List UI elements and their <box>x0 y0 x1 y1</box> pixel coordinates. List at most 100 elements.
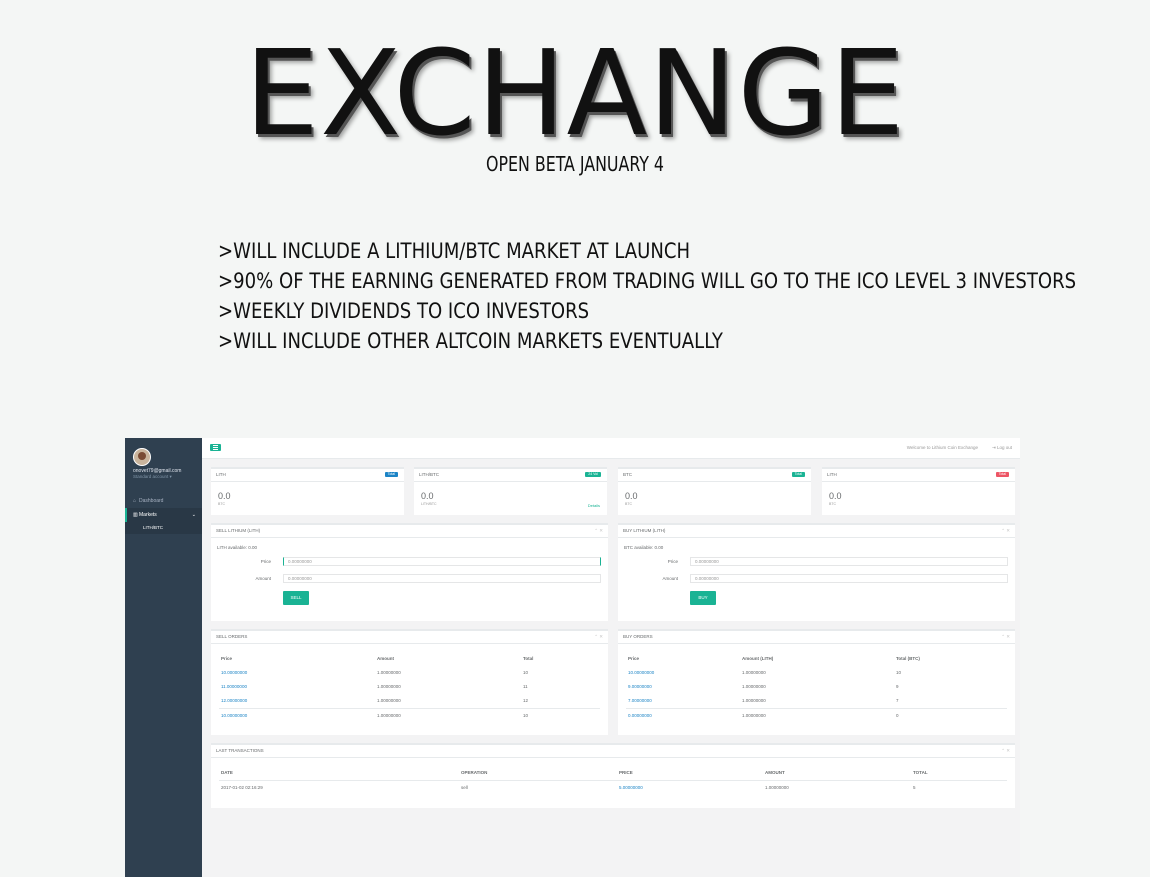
cell-price: 0.00000000 <box>628 713 652 718</box>
sell-button[interactable]: SELL <box>283 591 309 605</box>
collapse-close-icons[interactable]: ⌃ ✕ <box>1001 631 1010 643</box>
table-row[interactable]: 10.00000000 1.00000000 10 <box>219 708 600 723</box>
cell-date: 2017-01-02 02:16:29 <box>221 785 263 790</box>
menu-toggle-button[interactable] <box>210 444 221 451</box>
table-row[interactable]: 11.00000000 1.00000000 11 <box>219 680 600 694</box>
collapse-close-icons[interactable]: ⌃ ✕ <box>594 525 603 537</box>
cell-total: 12 <box>523 698 529 703</box>
price-label: Price <box>667 559 678 564</box>
welcome-text: Welcome to Lithium Coin Exchange <box>906 445 978 450</box>
table-row[interactable]: 10.00000000 1.00000000 10 <box>219 666 600 680</box>
sidebar-subitem-lith-btc[interactable]: LITH/BTC <box>125 522 202 534</box>
panel-title-text: BUY ORDERS <box>623 634 653 639</box>
status-badge: Total <box>384 472 398 477</box>
panel-title: LAST TRANSACTIONS ⌃ ✕ <box>211 745 1015 758</box>
panel-title-text: SELL LITHIUM (LITH) <box>216 528 261 533</box>
cell-price: 10.00000000 <box>221 670 248 675</box>
status-badge: 24 Vol <box>585 472 601 477</box>
cell-price: 7.00000000 <box>628 698 652 703</box>
table-row[interactable]: 12.00000000 1.00000000 12 <box>219 694 600 708</box>
caret-down-icon: ▾ <box>169 474 172 479</box>
last-transactions-panel: LAST TRANSACTIONS ⌃ ✕ DATE OPERATION PRIC… <box>211 743 1015 808</box>
panel-title: SELL ORDERS ⌃ ✕ <box>211 631 608 644</box>
table-row[interactable]: 10.00000000 1.00000000 10 <box>626 666 1007 680</box>
feature-item: >90% OF THE EARNING GENERATED FROM TRADI… <box>218 269 1077 293</box>
panel-title: SELL LITHIUM (LITH) ⌃ ✕ <box>211 525 608 538</box>
avatar[interactable] <box>133 448 151 466</box>
stat-unit: BTC <box>218 502 225 506</box>
table-row[interactable]: 9.00000000 1.00000000 9 <box>626 680 1007 694</box>
table-header: Price Amount Total <box>219 652 600 666</box>
cell-price: 10.00000000 <box>221 713 248 718</box>
exchange-app-screenshot: onovet79@gmail.com Standard account ▾ ⌂ D… <box>125 438 1020 877</box>
stat-card-lith: LITH Total 0.0 BTC <box>211 467 404 515</box>
cell-amount: 1.00000000 <box>742 670 766 675</box>
stat-title: LITH <box>211 469 404 482</box>
cell-total: 7 <box>896 698 899 703</box>
stat-title: BTC <box>618 469 811 482</box>
chevron-down-icon: ⌄ <box>191 512 196 518</box>
stat-title: LITH/BTC <box>414 469 607 482</box>
cell-amount: 1.00000000 <box>742 713 766 718</box>
cell-price: 5.00000000 <box>619 785 643 790</box>
stat-title: LITH <box>822 469 1015 482</box>
sell-form-panel: SELL LITHIUM (LITH) ⌃ ✕ LITH available: 0… <box>211 523 608 621</box>
cell-total: 10 <box>523 670 529 675</box>
account-type: Standard account <box>133 474 169 479</box>
stat-card-lith-2: LITH Total 0.0 BTC <box>822 467 1015 515</box>
collapse-close-icons[interactable]: ⌃ ✕ <box>594 631 603 643</box>
cell-amount: 1.00000000 <box>377 684 401 689</box>
stat-unit: BTC <box>829 502 836 506</box>
cell-amount: 1.00000000 <box>742 698 766 703</box>
panel-title: BUY LITHIUM (LITH) ⌃ ✕ <box>618 525 1015 538</box>
status-badge: Total <box>791 472 805 477</box>
buy-amount-input[interactable]: 0.00000000 <box>690 574 1008 583</box>
col-amount: AMOUNT <box>765 770 785 775</box>
sidebar-nav: ⌂ Dashboard ▥Markets ⌄ LITH/BTC <box>125 494 202 534</box>
buy-price-input[interactable]: 0.00000000 <box>690 557 1008 566</box>
buy-button[interactable]: BUY <box>690 591 716 605</box>
stat-unit: BTC <box>625 502 632 506</box>
sidebar-item-markets[interactable]: ▥Markets ⌄ <box>125 508 202 522</box>
feature-item: >WEEKLY DIVIDENDS TO ICO INVESTORS <box>218 299 590 323</box>
available-balance: BTC available: 0.00 <box>624 545 664 550</box>
cell-amount: 1.00000000 <box>765 785 789 790</box>
logout-link[interactable]: ⇥ Log out <box>992 445 1012 451</box>
hero-subtitle: OPEN BETA JANUARY 4 <box>485 152 664 176</box>
table-row[interactable]: 2017-01-02 02:16:29 sell 5.00000000 1.00… <box>219 781 1007 795</box>
sell-orders-table: Price Amount Total 10.00000000 1.0000000… <box>219 652 600 723</box>
stat-value: 0.0 <box>218 491 231 501</box>
col-price: Price <box>221 656 233 661</box>
collapse-close-icons[interactable]: ⌃ ✕ <box>1001 525 1010 537</box>
sell-amount-input[interactable]: 0.00000000 <box>283 574 601 583</box>
sell-price-input[interactable]: 0.00000000 <box>283 557 601 566</box>
cell-total: 11 <box>523 684 528 689</box>
sidebar-item-dashboard[interactable]: ⌂ Dashboard <box>125 494 202 508</box>
details-link[interactable]: Details <box>588 503 600 508</box>
collapse-close-icons[interactable]: ⌃ ✕ <box>1001 745 1010 757</box>
amount-label: Amount <box>255 576 271 581</box>
cell-price: 9.00000000 <box>628 684 652 689</box>
stat-value: 0.0 <box>421 491 434 501</box>
table-header: Price Amount (LITH) Total (BTC) <box>626 652 1007 666</box>
sidebar-item-label: Dashboard <box>139 498 164 504</box>
buy-orders-table: Price Amount (LITH) Total (BTC) 10.00000… <box>626 652 1007 723</box>
table-header: DATE OPERATION PRICE AMOUNT TOTAL <box>219 766 1007 781</box>
sell-orders-panel: SELL ORDERS ⌃ ✕ Price Amount Total 10.000… <box>211 629 608 735</box>
logout-icon: ⇥ <box>991 445 996 450</box>
stat-card-lith-btc: LITH/BTC 24 Vol 0.0 LITH/BTC Details <box>414 467 607 515</box>
table-row[interactable]: 0.00000000 1.00000000 0 <box>626 708 1007 723</box>
col-amount: Amount (LITH) <box>742 656 774 661</box>
cell-total: 10 <box>896 670 902 675</box>
stat-value: 0.0 <box>829 491 842 501</box>
col-date: DATE <box>221 770 233 775</box>
topbar: Welcome to Lithium Coin Exchange ⇥ Log o… <box>202 438 1020 459</box>
table-row[interactable]: 7.00000000 1.00000000 7 <box>626 694 1007 708</box>
stat-unit: LITH/BTC <box>421 502 437 506</box>
buy-orders-panel: BUY ORDERS ⌃ ✕ Price Amount (LITH) Total … <box>618 629 1015 735</box>
profile-account[interactable]: Standard account ▾ <box>133 474 181 480</box>
profile: onovet79@gmail.com Standard account ▾ <box>133 448 181 480</box>
panel-title-text: BUY LITHIUM (LITH) <box>623 528 666 533</box>
cell-amount: 1.00000000 <box>742 684 766 689</box>
panel-title: BUY ORDERS ⌃ ✕ <box>618 631 1015 644</box>
